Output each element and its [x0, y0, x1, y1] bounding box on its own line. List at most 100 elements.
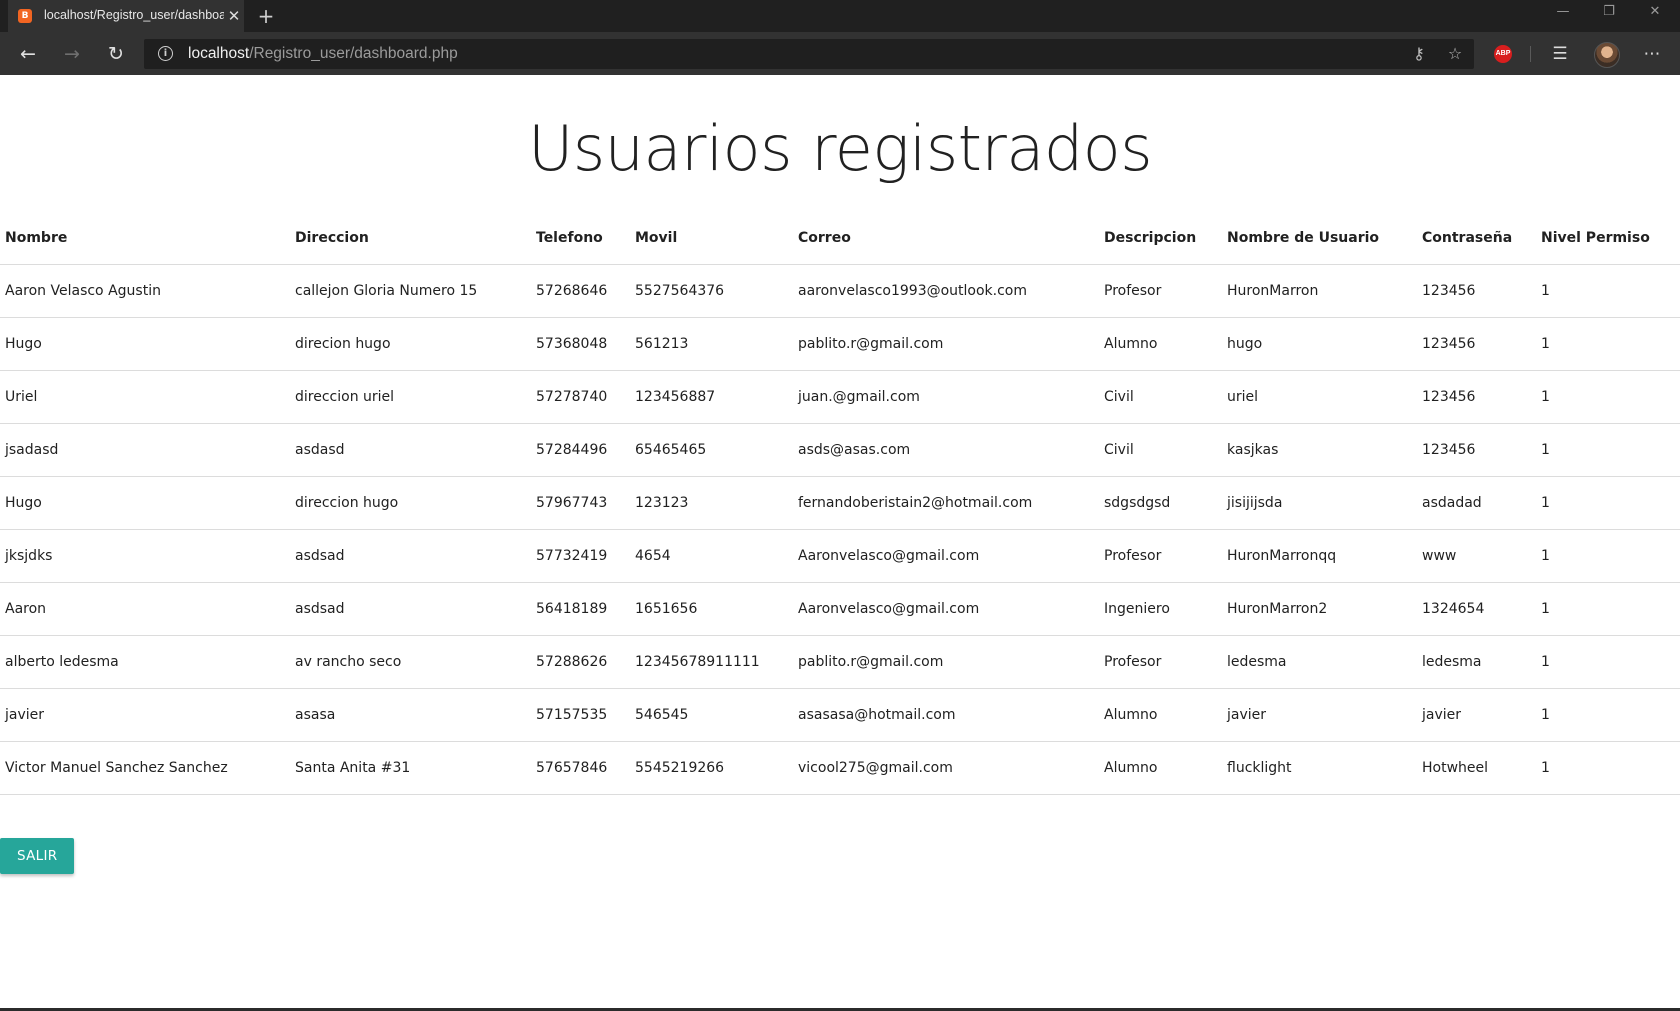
- column-header: Correo: [793, 212, 1099, 265]
- table-cell: HuronMarron2: [1222, 582, 1417, 636]
- table-row: Aaron Velasco Agustin callejon Gloria Num…: [0, 264, 1680, 318]
- table-cell: 57288626: [531, 635, 630, 689]
- table-cell: asdsad: [290, 582, 531, 636]
- table-header-row: Nombre Direccion Telefono Movil Correo Descri…: [0, 212, 1680, 265]
- table-cell: 57157535: [531, 688, 630, 742]
- table-cell: asds@asas.com: [793, 423, 1099, 477]
- table-cell: 57268646: [531, 264, 630, 318]
- close-window-icon[interactable]: ✕: [1632, 0, 1678, 26]
- page-title: Usuarios registrados: [527, 112, 1153, 185]
- table-cell: direcion hugo: [290, 317, 531, 371]
- table-cell: 123456: [1417, 264, 1536, 318]
- table-cell: pablito.r@gmail.com: [793, 635, 1099, 689]
- favorite-star-icon[interactable]: ☆: [1444, 43, 1466, 65]
- table-cell: jksjdks: [0, 529, 290, 583]
- column-header: Nombre: [0, 212, 290, 265]
- adblock-icon[interactable]: ABP: [1494, 45, 1512, 63]
- table-cell: asdasd: [290, 423, 531, 477]
- url-text: localhost/Registro_user/dashboard.php: [188, 45, 458, 63]
- key-icon[interactable]: ⚷: [1408, 43, 1430, 65]
- profile-avatar[interactable]: [1594, 42, 1620, 68]
- column-header: Contraseña: [1417, 212, 1536, 265]
- column-header: Direccion: [290, 212, 531, 265]
- table-cell: Alumno: [1099, 317, 1222, 371]
- salir-button[interactable]: SALIR: [0, 838, 75, 874]
- table-row: jksjdks asdsad 57732419 4654 Aaronvelasco@gm…: [0, 529, 1680, 583]
- table-cell: 57657846: [531, 741, 630, 795]
- table-cell: 57284496: [531, 423, 630, 477]
- favorites-icon[interactable]: ☰: [1546, 40, 1574, 68]
- table-cell: Profesor: [1099, 264, 1222, 318]
- table-cell: Aaron Velasco Agustin: [0, 264, 290, 318]
- address-bar[interactable]: i localhost/Registro_user/dashboard.php …: [144, 39, 1474, 69]
- table-cell: 1: [1536, 741, 1680, 795]
- table-cell: Alumno: [1099, 741, 1222, 795]
- table-cell: kasjkas: [1222, 423, 1417, 477]
- table-cell: uriel: [1222, 370, 1417, 424]
- minimize-icon[interactable]: —: [1540, 0, 1586, 26]
- refresh-icon[interactable]: ↻: [102, 40, 130, 68]
- table-cell: 1: [1536, 264, 1680, 318]
- table-row: javier asasa 57157535 546545 asasasa@hotmail…: [0, 688, 1680, 742]
- table-cell: 1: [1536, 635, 1680, 689]
- table-cell: 123123: [630, 476, 793, 530]
- table-cell: javier: [1222, 688, 1417, 742]
- table-cell: Hugo: [0, 317, 290, 371]
- table-cell: jisijijsda: [1222, 476, 1417, 530]
- table-cell: alberto ledesma: [0, 635, 290, 689]
- table-cell: aaronvelasco1993@outlook.com: [793, 264, 1099, 318]
- table-cell: pablito.r@gmail.com: [793, 317, 1099, 371]
- info-icon[interactable]: i: [158, 46, 173, 61]
- table-cell: Profesor: [1099, 529, 1222, 583]
- table-cell: asasasa@hotmail.com: [793, 688, 1099, 742]
- table-cell: Aaronvelasco@gmail.com: [793, 529, 1099, 583]
- table-cell: 56418189: [531, 582, 630, 636]
- tab-title: localhost/Registro_user/dashboard.php: [44, 8, 224, 22]
- url-path: /Registro_user/dashboard.php: [249, 45, 458, 62]
- table-cell: Civil: [1099, 423, 1222, 477]
- table-cell: 561213: [630, 317, 793, 371]
- table-cell: HuronMarron: [1222, 264, 1417, 318]
- back-icon[interactable]: ←: [14, 40, 42, 68]
- table-cell: asdsad: [290, 529, 531, 583]
- table-row: Uriel direccion uriel 57278740 123456887 jua…: [0, 370, 1680, 424]
- new-tab-button[interactable]: +: [254, 4, 278, 28]
- table-cell: direccion uriel: [290, 370, 531, 424]
- table-cell: Uriel: [0, 370, 290, 424]
- table-cell: Alumno: [1099, 688, 1222, 742]
- table-row: Aaron asdsad 56418189 1651656 Aaronvelasco@g…: [0, 582, 1680, 636]
- table-cell: fernandoberistain2@hotmail.com: [793, 476, 1099, 530]
- column-header: Movil: [630, 212, 793, 265]
- table-cell: Civil: [1099, 370, 1222, 424]
- table-cell: asasa: [290, 688, 531, 742]
- table-cell: 1: [1536, 423, 1680, 477]
- table-cell: hugo: [1222, 317, 1417, 371]
- table-cell: 1: [1536, 370, 1680, 424]
- table-cell: 5527564376: [630, 264, 793, 318]
- table-cell: 1: [1536, 529, 1680, 583]
- favicon-icon: B: [18, 9, 32, 23]
- tab-bar: B localhost/Registro_user/dashboard.php …: [0, 0, 1680, 32]
- table-cell: 123456: [1417, 317, 1536, 371]
- table-cell: 1: [1536, 476, 1680, 530]
- table-cell: 4654: [630, 529, 793, 583]
- table-cell: 1: [1536, 317, 1680, 371]
- table-cell: ledesma: [1417, 635, 1536, 689]
- more-icon[interactable]: ⋯: [1638, 40, 1666, 68]
- table-cell: 1651656: [630, 582, 793, 636]
- table-cell: 123456: [1417, 423, 1536, 477]
- table-cell: jsadasd: [0, 423, 290, 477]
- browser-tab[interactable]: B localhost/Registro_user/dashboard.php …: [8, 0, 244, 32]
- restore-icon[interactable]: ❐: [1586, 0, 1632, 26]
- close-tab-icon[interactable]: ✕: [226, 6, 242, 26]
- table-cell: 1: [1536, 582, 1680, 636]
- table-cell: 57732419: [531, 529, 630, 583]
- table-cell: 5545219266: [630, 741, 793, 795]
- table-cell: HuronMarronqq: [1222, 529, 1417, 583]
- table-cell: javier: [1417, 688, 1536, 742]
- table-cell: 546545: [630, 688, 793, 742]
- toolbar-divider: [1530, 46, 1531, 62]
- forward-icon[interactable]: →: [58, 40, 86, 68]
- table-cell: juan.@gmail.com: [793, 370, 1099, 424]
- table-cell: ledesma: [1222, 635, 1417, 689]
